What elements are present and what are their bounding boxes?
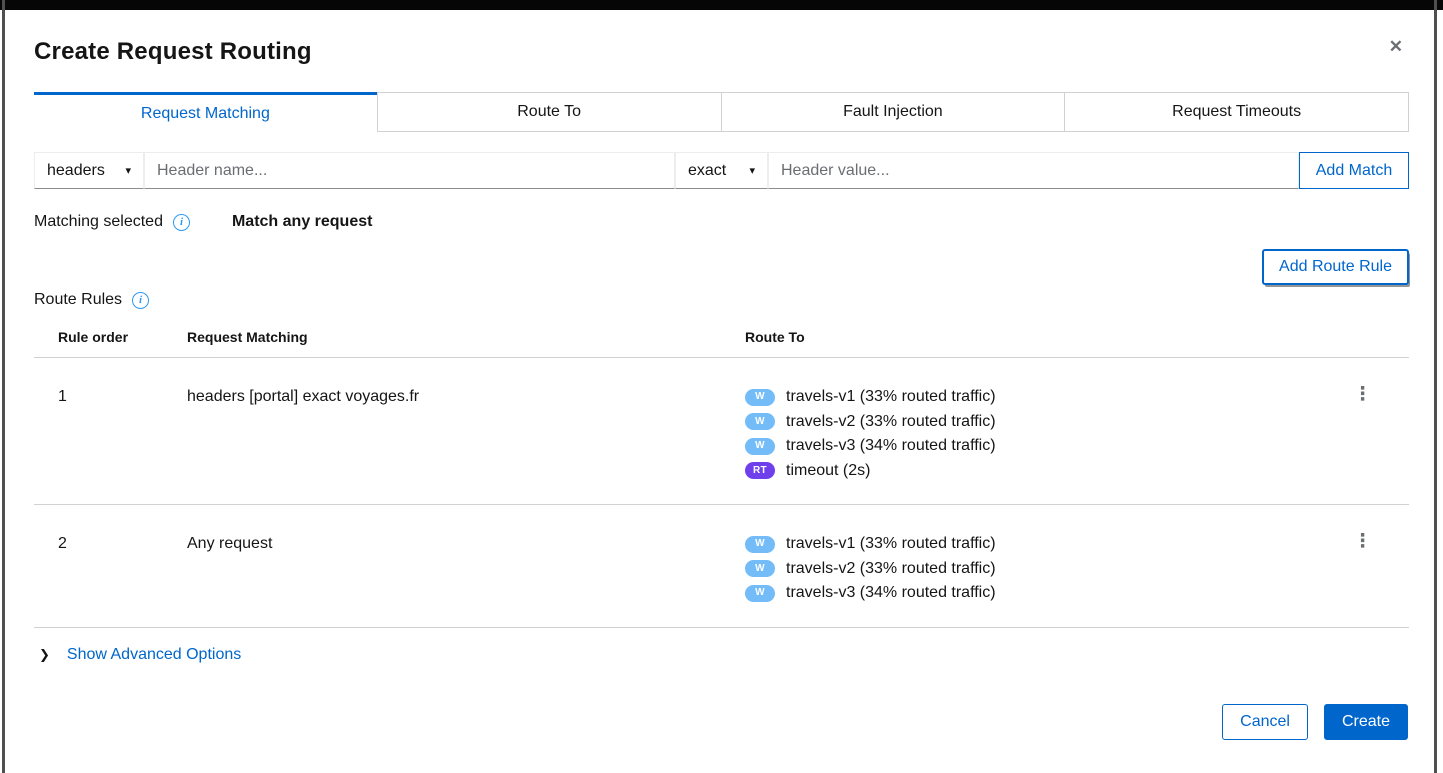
route-destination-text: travels-v2 (33% routed traffic) xyxy=(786,557,996,582)
chevron-down-icon: ▾ xyxy=(125,164,131,177)
route-line: Wtravels-v2 (33% routed traffic) xyxy=(745,410,1353,435)
column-header-rule-order: Rule order xyxy=(34,329,187,345)
weight-badge: W xyxy=(745,413,775,430)
rule-order-cell: 1 xyxy=(34,385,187,483)
matching-selected-label: Matching selected xyxy=(34,213,163,231)
backdrop-top xyxy=(0,0,1443,10)
match-operator-select[interactable]: exact ▾ xyxy=(675,152,768,189)
add-route-rule-row: Add Route Rule xyxy=(34,249,1409,285)
timeout-badge: RT xyxy=(745,462,775,479)
match-operator-value: exact xyxy=(688,162,726,180)
chevron-right-icon: ❯ xyxy=(39,647,50,663)
backdrop-left-edge xyxy=(2,0,5,773)
weight-badge: W xyxy=(745,438,775,455)
rule-order-cell: 2 xyxy=(34,532,187,606)
chevron-down-icon: ▾ xyxy=(749,164,755,177)
cancel-button[interactable]: Cancel xyxy=(1222,704,1308,740)
route-rules-table: Rule order Request Matching Route To 1he… xyxy=(34,317,1409,628)
route-rules-label-row: Route Rules i xyxy=(34,291,1409,309)
weight-badge: W xyxy=(745,536,775,553)
header-value-input[interactable] xyxy=(768,152,1299,189)
match-category-value: headers xyxy=(47,162,105,180)
weight-badge: W xyxy=(745,560,775,577)
advanced-options-toggle: ❯ Show Advanced Options xyxy=(34,646,1409,664)
info-icon[interactable]: i xyxy=(132,292,149,309)
tab-request-timeouts[interactable]: Request Timeouts xyxy=(1064,92,1409,132)
tab-request-matching[interactable]: Request Matching xyxy=(34,92,377,132)
route-destination-text: travels-v2 (33% routed traffic) xyxy=(786,410,996,435)
route-line: Wtravels-v2 (33% routed traffic) xyxy=(745,557,1353,582)
route-rules-label: Route Rules xyxy=(34,291,122,309)
page-title: Create Request Routing xyxy=(34,38,1409,66)
request-matching-cell: Any request xyxy=(187,532,745,606)
tab-label: Fault Injection xyxy=(843,103,943,121)
close-icon[interactable]: ✕ xyxy=(1389,38,1403,55)
match-category-select[interactable]: headers ▾ xyxy=(34,152,144,189)
table-row: 1headers [portal] exact voyages.frWtrave… xyxy=(34,358,1409,505)
add-match-button[interactable]: Add Match xyxy=(1299,152,1409,189)
route-to-cell: Wtravels-v1 (33% routed traffic)Wtravels… xyxy=(745,385,1353,483)
tab-label: Route To xyxy=(517,103,581,121)
table-header-row: Rule order Request Matching Route To xyxy=(34,317,1409,358)
request-matching-cell: headers [portal] exact voyages.fr xyxy=(187,385,745,483)
route-line: Wtravels-v3 (34% routed traffic) xyxy=(745,581,1353,606)
route-destination-text: timeout (2s) xyxy=(786,459,870,484)
route-destination-text: travels-v3 (34% routed traffic) xyxy=(786,581,996,606)
match-builder-row: headers ▾ exact ▾ Add Match xyxy=(34,152,1409,189)
weight-badge: W xyxy=(745,389,775,406)
route-destination-text: travels-v1 (33% routed traffic) xyxy=(786,385,996,410)
route-destination-text: travels-v1 (33% routed traffic) xyxy=(786,532,996,557)
kebab-menu-icon[interactable]: ⋮ xyxy=(1353,385,1372,483)
table-row: 2Any requestWtravels-v1 (33% routed traf… xyxy=(34,505,1409,628)
route-to-cell: Wtravels-v1 (33% routed traffic)Wtravels… xyxy=(745,532,1353,606)
add-route-rule-button[interactable]: Add Route Rule xyxy=(1262,249,1409,285)
row-actions-cell: ⋮ xyxy=(1353,532,1409,606)
dialog-header: Create Request Routing ✕ xyxy=(34,38,1409,66)
kebab-menu-icon[interactable]: ⋮ xyxy=(1353,532,1372,606)
matching-selected-row: Matching selected i Match any request xyxy=(34,213,1409,231)
info-icon[interactable]: i xyxy=(173,214,190,231)
column-header-request-matching: Request Matching xyxy=(187,329,745,345)
route-line: Wtravels-v1 (33% routed traffic) xyxy=(745,532,1353,557)
tab-bar: Request Matching Route To Fault Injectio… xyxy=(34,92,1409,132)
route-destination-text: travels-v3 (34% routed traffic) xyxy=(786,434,996,459)
backdrop-right-edge xyxy=(1434,0,1437,773)
tab-label: Request Matching xyxy=(141,105,270,123)
create-button[interactable]: Create xyxy=(1324,704,1408,740)
create-request-routing-dialog: Create Request Routing ✕ Request Matchin… xyxy=(5,10,1434,773)
column-header-route-to: Route To xyxy=(745,329,1353,345)
tab-route-to[interactable]: Route To xyxy=(377,92,721,132)
route-line: RT timeout (2s) xyxy=(745,459,1353,484)
weight-badge: W xyxy=(745,585,775,602)
show-advanced-options-link[interactable]: Show Advanced Options xyxy=(67,646,241,664)
tab-label: Request Timeouts xyxy=(1172,103,1301,121)
row-actions-cell: ⋮ xyxy=(1353,385,1409,483)
matching-selected-value: Match any request xyxy=(232,213,372,231)
route-line: Wtravels-v1 (33% routed traffic) xyxy=(745,385,1353,410)
table-body: 1headers [portal] exact voyages.frWtrave… xyxy=(34,358,1409,628)
tab-fault-injection[interactable]: Fault Injection xyxy=(721,92,1065,132)
dialog-footer: Cancel Create xyxy=(34,704,1409,740)
route-line: Wtravels-v3 (34% routed traffic) xyxy=(745,434,1353,459)
header-name-input[interactable] xyxy=(144,152,675,189)
